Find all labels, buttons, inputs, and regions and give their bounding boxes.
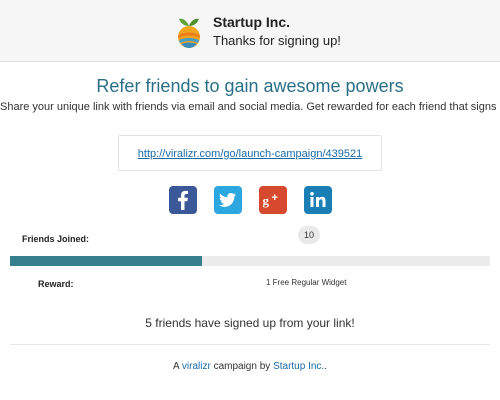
twitter-icon — [219, 193, 236, 207]
company-name: Startup Inc. — [213, 14, 291, 30]
footer: A viralizr campaign by Startup Inc.. — [0, 361, 500, 372]
friends-goal-badge: 10 — [298, 226, 320, 244]
referral-progress-bar — [10, 256, 490, 266]
viralizr-link[interactable]: viralizr — [182, 361, 211, 372]
footer-prefix: A — [173, 361, 182, 372]
startup-logo-icon — [177, 15, 201, 49]
header: Startup Inc. Thanks for signing up! — [0, 0, 500, 62]
reward-label: Reward: — [38, 279, 74, 289]
google-plus-icon: g + — [263, 192, 278, 208]
google-plus-share-button[interactable]: g + — [259, 186, 287, 214]
facebook-icon — [178, 190, 188, 210]
facebook-share-button[interactable] — [169, 186, 197, 214]
divider — [10, 344, 490, 345]
referral-link-box: http://viralizr.com/go/launch-campaign/4… — [118, 135, 382, 171]
referral-link[interactable]: http://viralizr.com/go/launch-campaign/4… — [138, 148, 362, 160]
signup-confirmation: Thanks for signing up! — [213, 33, 341, 48]
signup-status-text: 5 friends have signed up from your link! — [145, 316, 355, 330]
page-description: Share your unique link with friends via … — [0, 101, 500, 113]
company-link[interactable]: Startup Inc. — [273, 361, 324, 372]
svg-text:+: + — [272, 192, 278, 204]
page-title: Refer friends to gain awesome powers — [96, 76, 404, 96]
footer-suffix: . — [324, 361, 327, 372]
twitter-share-button[interactable] — [214, 186, 242, 214]
friends-joined-label: Friends Joined: — [22, 234, 90, 244]
referral-progress-fill — [10, 256, 202, 266]
svg-text:g: g — [263, 193, 270, 208]
footer-middle: campaign by — [210, 361, 274, 372]
reward-value: 1 Free Regular Widget — [266, 278, 347, 287]
linkedin-share-button[interactable] — [304, 186, 332, 214]
linkedin-icon — [310, 192, 326, 207]
